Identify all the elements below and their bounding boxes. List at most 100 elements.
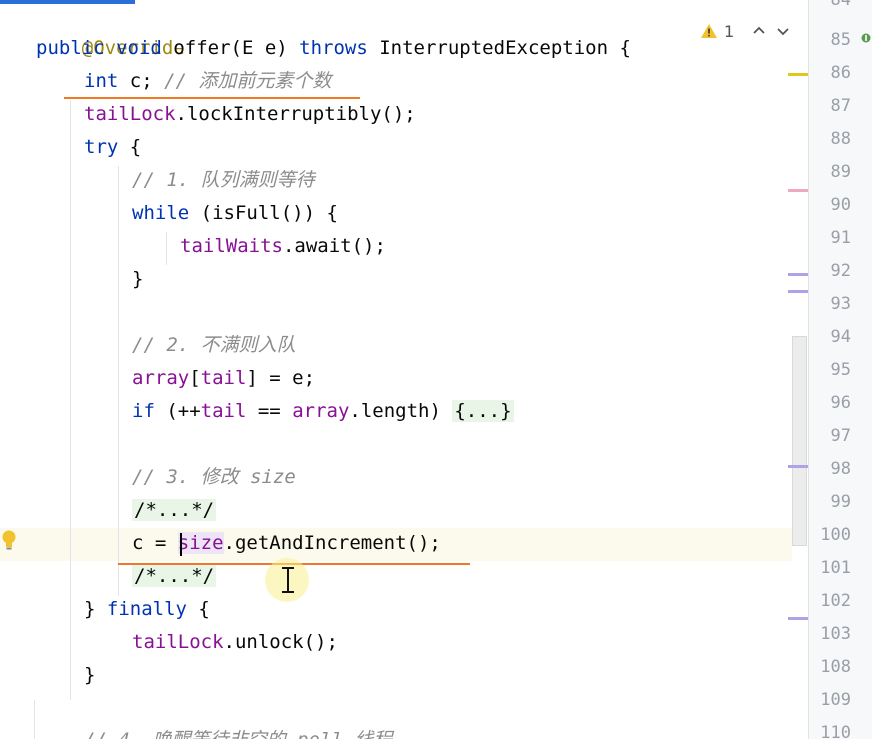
line-number: 92 [830, 261, 851, 281]
code-line: // 3. 修改 size [132, 461, 296, 494]
code-line: } [84, 659, 95, 692]
keyword: int [84, 70, 119, 92]
warning-icon [701, 24, 717, 38]
code-text: InterruptedException { [367, 37, 631, 59]
folded-comment[interactable]: /*...*/ [132, 499, 217, 521]
text-cursor-icon [282, 567, 294, 593]
code-line: } [132, 263, 143, 296]
code-line-current: c = size.getAndIncrement(); [132, 527, 441, 560]
code-text: == [246, 400, 293, 422]
method-signature: offer(E e) [173, 37, 300, 59]
code-text: { [186, 598, 210, 620]
usage-marker[interactable] [788, 290, 808, 293]
line-number: 89 [830, 162, 851, 182]
scrollbar-thumb[interactable] [792, 336, 807, 546]
code-line: // 1. 队列满则等待 [132, 164, 315, 197]
line-number: 94 [830, 327, 851, 347]
field: tail [200, 367, 247, 389]
indent-guide [70, 100, 71, 700]
keyword: try [84, 136, 119, 158]
folded-comment[interactable]: /*...*/ [132, 565, 217, 587]
chevron-up-icon[interactable] [750, 22, 768, 40]
line-number: 91 [830, 228, 851, 248]
code-line: public void offer(E e) throws Interrupte… [36, 32, 631, 65]
code-line: int c; // 添加前元素个数 [84, 65, 331, 98]
line-number: 86 [830, 63, 851, 83]
inspection-widget[interactable]: 1 [700, 17, 792, 45]
usage-marker[interactable] [788, 465, 808, 468]
line-number: 90 [830, 195, 851, 215]
code-line: // 2. 不满则入队 [132, 329, 296, 362]
keyword: public [36, 37, 105, 59]
line-number-gutter[interactable]: 84 85 86 87 88 89 90 91 92 93 94 95 96 9… [808, 0, 872, 743]
code-text: } [84, 598, 107, 620]
line-number: 102 [820, 591, 851, 611]
field: array [132, 367, 190, 389]
line-number: 103 [820, 624, 851, 644]
code-line: tailLock.lockInterruptibly(); [84, 98, 416, 131]
line-number: 87 [830, 96, 851, 116]
code-line: while (isFull()) { [132, 197, 338, 230]
field: tailLock [84, 103, 176, 125]
code-text: ] = e; [246, 367, 316, 389]
line-number: 98 [830, 459, 851, 479]
lightbulb-icon[interactable] [2, 530, 16, 552]
code-text: .unlock(); [223, 631, 338, 653]
line-number: 96 [830, 393, 851, 413]
implements-marker-icon[interactable] [861, 33, 871, 43]
code-line: // 4. 唤醒等待非空的 poll 线程 [84, 724, 392, 739]
warning-marker[interactable] [788, 73, 808, 76]
line-number: 110 [820, 723, 851, 743]
field: size [177, 532, 224, 554]
code-text: (isFull()) { [189, 202, 338, 224]
line-number: 95 [830, 360, 851, 380]
code-text: (++ [154, 400, 201, 422]
keyword: if [132, 400, 155, 422]
usage-marker[interactable] [788, 273, 808, 276]
line-number: 93 [830, 294, 851, 314]
field: tailLock [132, 631, 224, 653]
code-text: .await(); [282, 235, 386, 257]
field: array [292, 400, 350, 422]
folded-block[interactable]: {...} [452, 400, 514, 422]
code-text: c = [132, 532, 178, 554]
comment: // 2. 不满则入队 [132, 334, 296, 356]
line-number: 99 [830, 492, 851, 512]
code-line: } finally { [84, 593, 210, 626]
code-text: [ [189, 367, 201, 389]
line-number: 100 [820, 525, 851, 545]
line-number: 108 [820, 657, 851, 677]
code-text: c; [118, 70, 165, 92]
code-text: { [118, 136, 142, 158]
code-text: } [132, 268, 144, 290]
indent-guide [34, 700, 35, 739]
keyword: while [132, 202, 190, 224]
code-line: /*...*/ [132, 494, 217, 527]
comment: // 1. 队列满则等待 [132, 169, 315, 191]
keyword: throws [299, 37, 368, 59]
indent-guide [166, 232, 167, 265]
code-line: tailLock.unlock(); [132, 626, 338, 659]
field: tailWaits [180, 235, 283, 257]
line-number: 109 [820, 690, 851, 710]
code-editor[interactable]: @Override public void offer(E e) throws … [0, 0, 808, 739]
comment: // 4. 唤醒等待非空的 poll 线程 [84, 729, 392, 739]
code-text: .getAndIncrement(); [223, 532, 441, 554]
warning-count[interactable]: 1 [724, 22, 734, 41]
line-number: 84 [830, 0, 851, 10]
usage-marker[interactable] [788, 617, 808, 620]
keyword: finally [106, 598, 187, 620]
line-number: 85 [830, 30, 851, 50]
line-number: 97 [830, 426, 851, 446]
line-number: 88 [830, 129, 851, 149]
comment: // 添加前元素个数 [164, 70, 332, 92]
code-text: } [84, 664, 96, 686]
change-marker[interactable] [788, 189, 808, 192]
indent-guide [118, 166, 119, 596]
code-line: try { [84, 131, 141, 164]
line-number: 101 [820, 558, 851, 578]
code-line: tailWaits.await(); [180, 230, 386, 263]
field: tail [200, 400, 247, 422]
chevron-down-icon[interactable] [774, 22, 792, 40]
code-text: .length) [349, 400, 453, 422]
